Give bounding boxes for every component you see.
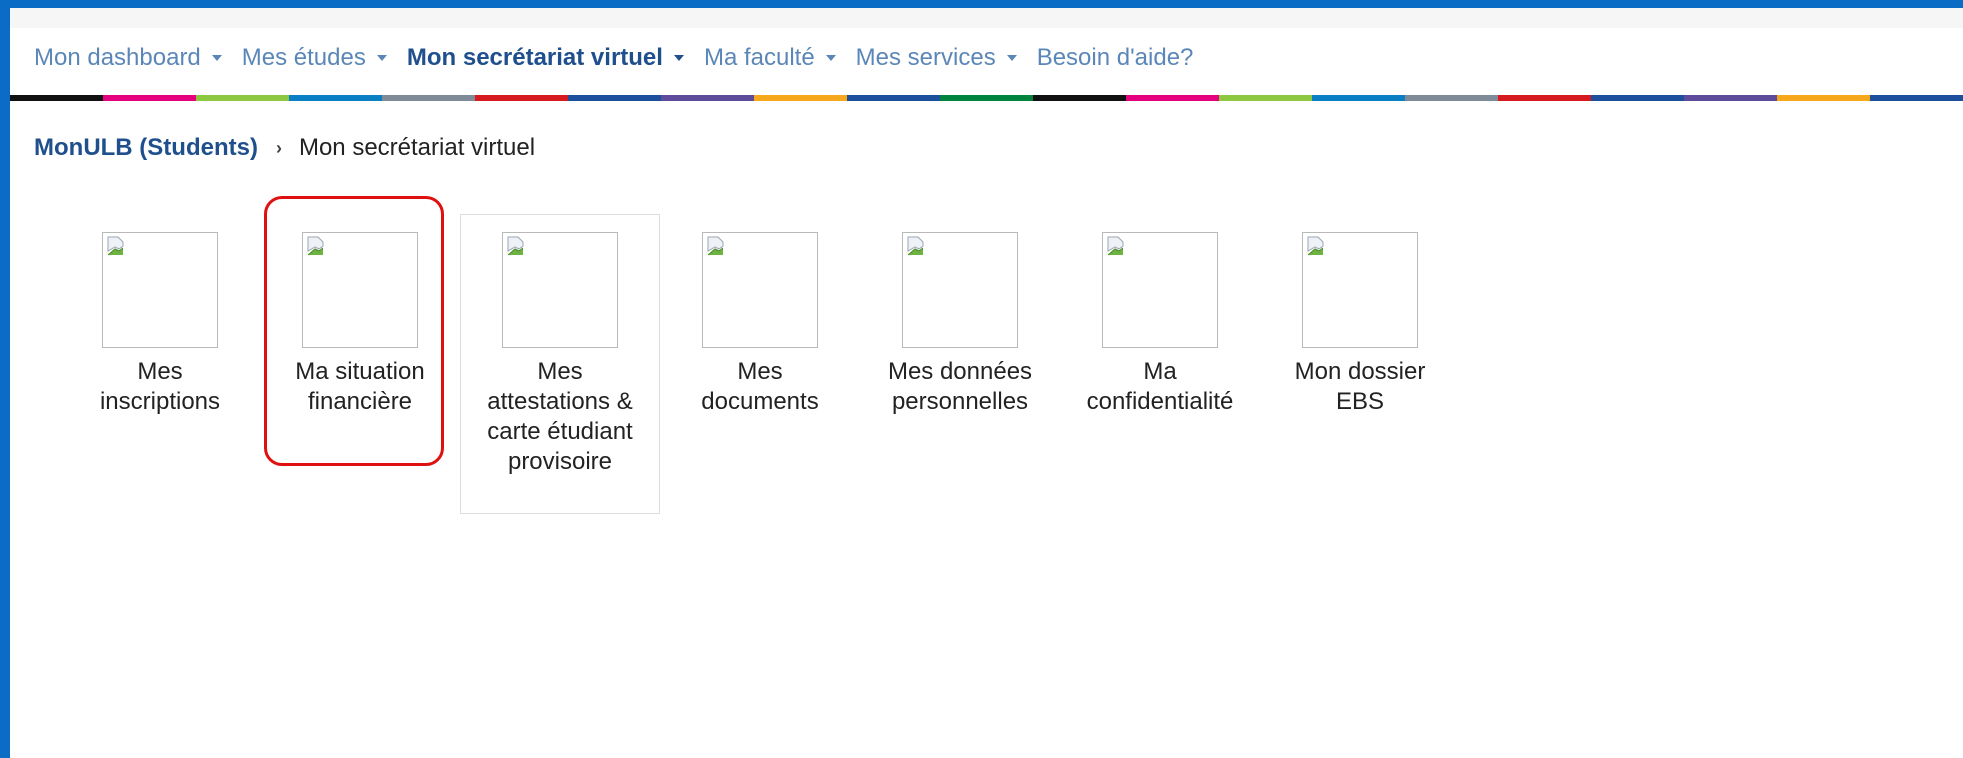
tile-label: Mes documents	[701, 358, 819, 415]
nav-item-secretariat[interactable]: Mon secrétariat virtuel	[407, 44, 684, 72]
tile-inscriptions[interactable]: Mes inscriptions	[60, 214, 260, 514]
caret-down-icon	[211, 55, 222, 61]
nav-item-label: Mes études	[241, 44, 366, 71]
nav-item-label: Mon secrétariat virtuel	[406, 44, 663, 71]
top-strip	[10, 8, 1963, 28]
color-bar-segment	[568, 95, 661, 101]
color-bar-segment	[661, 95, 754, 101]
color-bar-segment	[1405, 95, 1498, 101]
breadcrumb: MonULB (Students) › Mon secrétariat virt…	[34, 134, 535, 162]
breadcrumb-separator-icon: ›	[275, 137, 282, 158]
color-bar-segment	[1312, 95, 1405, 101]
broken-image-icon	[907, 236, 924, 256]
tile-donnees-personnelles[interactable]: Mes données personnelles	[860, 214, 1060, 514]
nav-item-etudes[interactable]: Mes études	[242, 44, 387, 72]
nav-item-label: Besoin d'aide?	[1036, 44, 1194, 71]
color-bar-segment	[1498, 95, 1591, 101]
nav-item-dashboard[interactable]: Mon dashboard	[34, 44, 222, 72]
color-bar-segment	[1684, 95, 1777, 101]
tile-attestations[interactable]: Mes attestations & carte étudiant provisoir…	[460, 214, 660, 514]
main-nav: Mon dashboard Mes études Mon secrétariat…	[34, 44, 1213, 72]
tile-image	[702, 232, 818, 348]
color-bar-segment	[382, 95, 475, 101]
caret-down-icon	[376, 55, 387, 61]
breadcrumb-current: Mon secrétariat virtuel	[298, 134, 536, 161]
color-bar-segment	[475, 95, 568, 101]
tile-documents[interactable]: Mes documents	[660, 214, 860, 514]
tile-label: Mes inscriptions	[99, 358, 221, 415]
tile-image	[902, 232, 1018, 348]
color-bar-segment	[940, 95, 1033, 101]
broken-image-icon	[707, 236, 724, 256]
broken-image-icon	[307, 236, 324, 256]
color-bar-segment	[103, 95, 196, 101]
tile-dossier-ebs[interactable]: Mon dossier EBS	[1260, 214, 1460, 514]
nav-item-label: Mon dashboard	[34, 44, 201, 71]
broken-image-icon	[507, 236, 524, 256]
nav-item-faculte[interactable]: Ma faculté	[704, 44, 836, 72]
color-bar-segment	[1219, 95, 1312, 101]
nav-item-aide[interactable]: Besoin d'aide?	[1037, 44, 1194, 72]
nav-item-label: Mes services	[855, 44, 996, 71]
nav-item-label: Ma faculté	[703, 44, 815, 71]
tile-image	[1102, 232, 1218, 348]
broken-image-icon	[107, 236, 124, 256]
breadcrumb-root-link[interactable]: MonULB (Students)	[34, 134, 258, 162]
color-bar-segment	[754, 95, 847, 101]
broken-image-icon	[1307, 236, 1324, 256]
color-bar-segment	[1033, 95, 1126, 101]
color-bar-segment	[10, 95, 103, 101]
tile-label: Ma situation financière	[295, 358, 425, 415]
broken-image-icon	[1107, 236, 1124, 256]
color-bar-segment	[1126, 95, 1219, 101]
caret-down-icon	[1006, 55, 1017, 61]
color-bar-segment	[289, 95, 382, 101]
tile-image	[502, 232, 618, 348]
tile-label: Mes attestations & carte étudiant provisoir…	[487, 358, 633, 475]
caret-down-icon	[673, 55, 684, 61]
color-bar-segment	[1591, 95, 1684, 101]
tile-image	[302, 232, 418, 348]
tile-label: Mes données personnelles	[887, 358, 1033, 415]
brand-color-bar	[10, 95, 1963, 101]
color-bar-segment	[1870, 95, 1963, 101]
color-bar-segment	[847, 95, 940, 101]
tile-label: Mon dossier EBS	[1294, 358, 1426, 415]
color-bar-segment	[196, 95, 289, 101]
nav-item-services[interactable]: Mes services	[856, 44, 1017, 72]
tile-confidentialite[interactable]: Ma confidentialité	[1060, 214, 1260, 514]
tile-label: Ma confidentialité	[1086, 358, 1234, 415]
service-tiles: Mes inscriptions Ma situation financière M…	[60, 214, 1460, 514]
color-bar-segment	[1777, 95, 1870, 101]
tile-situation-financiere[interactable]: Ma situation financière	[260, 214, 460, 514]
caret-down-icon	[825, 55, 836, 61]
tile-image	[102, 232, 218, 348]
tile-image	[1302, 232, 1418, 348]
